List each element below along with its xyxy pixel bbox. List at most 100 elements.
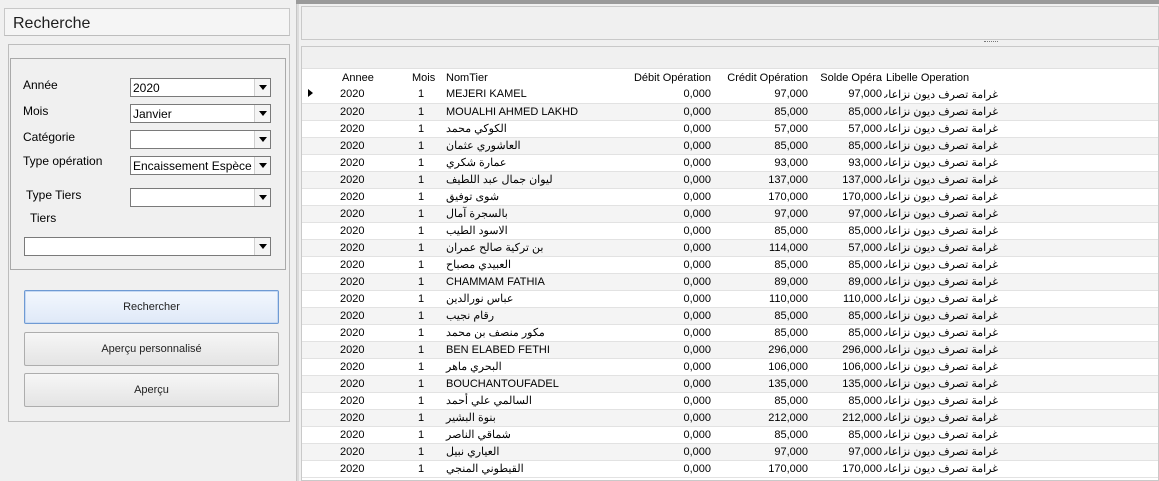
cell-mois[interactable]: 1: [410, 358, 444, 375]
resize-grip-icon[interactable]: [984, 41, 998, 44]
cell-solde[interactable]: 296,000: [810, 341, 884, 358]
cell-solde[interactable]: 170,000: [810, 460, 884, 477]
cell-annee[interactable]: 2020: [332, 205, 410, 222]
cell-nomtier[interactable]: القيطوني المنجي: [444, 460, 616, 477]
cell-mois[interactable]: 1: [410, 392, 444, 409]
cell-mois[interactable]: 1: [410, 375, 444, 392]
table-row[interactable]: 2020 1 القيطوني المنجي 0,000 170,000 170,000 غ…: [302, 460, 1158, 477]
cell-mois[interactable]: 1: [410, 409, 444, 426]
cell-solde[interactable]: 85,000: [810, 392, 884, 409]
cell-libelle[interactable]: غرامة تصرف ديون نزاعات: [884, 137, 1158, 154]
chevron-down-icon[interactable]: [254, 131, 270, 148]
cell-solde[interactable]: 135,000: [810, 375, 884, 392]
table-row[interactable]: 2020 1 CHAMMAM FATHIA 0,000 89,000 89,000 غرام…: [302, 273, 1158, 290]
table-row[interactable]: 2020 1 BOUCHANTOUFADEL 0,000 135,000 135,000 غ…: [302, 375, 1158, 392]
cell-annee[interactable]: 2020: [332, 460, 410, 477]
cell-debit[interactable]: 0,000: [616, 171, 713, 188]
cell-libelle[interactable]: غرامة تصرف ديون نزاعات: [884, 103, 1158, 120]
cell-annee[interactable]: 2020: [332, 239, 410, 256]
cell-credit[interactable]: 85,000: [713, 103, 810, 120]
cell-annee[interactable]: 2020: [332, 137, 410, 154]
cell-libelle[interactable]: غرامة تصرف ديون نزاعات: [884, 460, 1158, 477]
column-header-solde[interactable]: Solde Opéra: [810, 69, 884, 86]
cell-nomtier[interactable]: شماقي الناصر: [444, 426, 616, 443]
column-header-annee[interactable]: Annee: [332, 69, 410, 86]
cell-annee[interactable]: 2020: [332, 409, 410, 426]
annee-select[interactable]: 2020: [130, 78, 271, 97]
cell-mois[interactable]: 1: [410, 188, 444, 205]
cell-mois[interactable]: 1: [410, 171, 444, 188]
chevron-down-icon[interactable]: [254, 189, 270, 206]
cell-debit[interactable]: 0,000: [616, 290, 713, 307]
cell-nomtier[interactable]: ليوان جمال عبد اللطيف: [444, 171, 616, 188]
cell-debit[interactable]: 0,000: [616, 188, 713, 205]
cell-libelle[interactable]: غرامة تصرف ديون نزاعات: [884, 188, 1158, 205]
cell-credit[interactable]: 97,000: [713, 443, 810, 460]
cell-debit[interactable]: 0,000: [616, 426, 713, 443]
mois-select[interactable]: Janvier: [130, 104, 271, 123]
cell-nomtier[interactable]: MEJERI KAMEL: [444, 86, 616, 103]
chevron-down-icon[interactable]: [254, 238, 270, 255]
cell-libelle[interactable]: غرامة تصرف ديون نزاعات: [884, 256, 1158, 273]
table-row[interactable]: 2020 1 العبيدي مصباح 0,000 85,000 85,000 غرامة…: [302, 256, 1158, 273]
cell-solde[interactable]: 85,000: [810, 256, 884, 273]
cell-libelle[interactable]: غرامة تصرف ديون نزاعات: [884, 375, 1158, 392]
cell-credit[interactable]: 85,000: [713, 324, 810, 341]
rechercher-button[interactable]: Rechercher: [24, 290, 279, 324]
cell-nomtier[interactable]: BEN ELABED FETHI: [444, 341, 616, 358]
cell-libelle[interactable]: غرامة تصرف ديون نزاعات: [884, 392, 1158, 409]
cell-annee[interactable]: 2020: [332, 426, 410, 443]
cell-debit[interactable]: 0,000: [616, 103, 713, 120]
cell-solde[interactable]: 85,000: [810, 103, 884, 120]
cell-credit[interactable]: 85,000: [713, 222, 810, 239]
table-row[interactable]: 2020 1 MEJERI KAMEL 0,000 97,000 97,000 غرامة …: [302, 86, 1158, 103]
cell-annee[interactable]: 2020: [332, 358, 410, 375]
cell-mois[interactable]: 1: [410, 460, 444, 477]
cell-mois[interactable]: 1: [410, 205, 444, 222]
cell-nomtier[interactable]: العياري نبيل: [444, 443, 616, 460]
cell-libelle[interactable]: غرامة تصرف ديون نزاعات: [884, 273, 1158, 290]
table-row[interactable]: 2020 1 الاسود الطيب 0,000 85,000 85,000 غرامة …: [302, 222, 1158, 239]
cell-annee[interactable]: 2020: [332, 103, 410, 120]
cell-libelle[interactable]: غرامة تصرف ديون نزاعات: [884, 239, 1158, 256]
cell-debit[interactable]: 0,000: [616, 273, 713, 290]
cell-libelle[interactable]: غرامة تصرف ديون نزاعات: [884, 307, 1158, 324]
cell-nomtier[interactable]: الاسود الطيب: [444, 222, 616, 239]
cell-credit[interactable]: 135,000: [713, 375, 810, 392]
cell-mois[interactable]: 1: [410, 290, 444, 307]
cell-solde[interactable]: 85,000: [810, 426, 884, 443]
cell-mois[interactable]: 1: [410, 324, 444, 341]
type-tiers-select[interactable]: [130, 188, 271, 207]
cell-solde[interactable]: 97,000: [810, 443, 884, 460]
cell-solde[interactable]: 106,000: [810, 358, 884, 375]
cell-debit[interactable]: 0,000: [616, 392, 713, 409]
cell-nomtier[interactable]: بن تركية صالح عمران: [444, 239, 616, 256]
cell-credit[interactable]: 97,000: [713, 205, 810, 222]
cell-nomtier[interactable]: البحري ماهر: [444, 358, 616, 375]
cell-annee[interactable]: 2020: [332, 307, 410, 324]
cell-credit[interactable]: 170,000: [713, 460, 810, 477]
cell-libelle[interactable]: غرامة تصرف ديون نزاعات: [884, 120, 1158, 137]
cell-libelle[interactable]: غرامة تصرف ديون نزاعات: [884, 409, 1158, 426]
cell-mois[interactable]: 1: [410, 103, 444, 120]
apercu-personnalise-button[interactable]: Aperçu personnalisé: [24, 332, 279, 366]
cell-debit[interactable]: 0,000: [616, 358, 713, 375]
cell-solde[interactable]: 93,000: [810, 154, 884, 171]
cell-nomtier[interactable]: بالسجرة آمال: [444, 205, 616, 222]
cell-solde[interactable]: 97,000: [810, 205, 884, 222]
column-header-nomtier[interactable]: NomTier: [444, 69, 616, 86]
cell-credit[interactable]: 110,000: [713, 290, 810, 307]
cell-credit[interactable]: 85,000: [713, 307, 810, 324]
cell-credit[interactable]: 85,000: [713, 137, 810, 154]
cell-libelle[interactable]: غرامة تصرف ديون نزاعات: [884, 426, 1158, 443]
cell-solde[interactable]: 170,000: [810, 188, 884, 205]
table-row[interactable]: 2020 1 عباس نورالدين 0,000 110,000 110,000 غرا…: [302, 290, 1158, 307]
cell-mois[interactable]: 1: [410, 222, 444, 239]
cell-nomtier[interactable]: بنوة البشير: [444, 409, 616, 426]
cell-annee[interactable]: 2020: [332, 392, 410, 409]
cell-annee[interactable]: 2020: [332, 256, 410, 273]
cell-mois[interactable]: 1: [410, 307, 444, 324]
cell-solde[interactable]: 85,000: [810, 137, 884, 154]
cell-annee[interactable]: 2020: [332, 188, 410, 205]
cell-debit[interactable]: 0,000: [616, 205, 713, 222]
